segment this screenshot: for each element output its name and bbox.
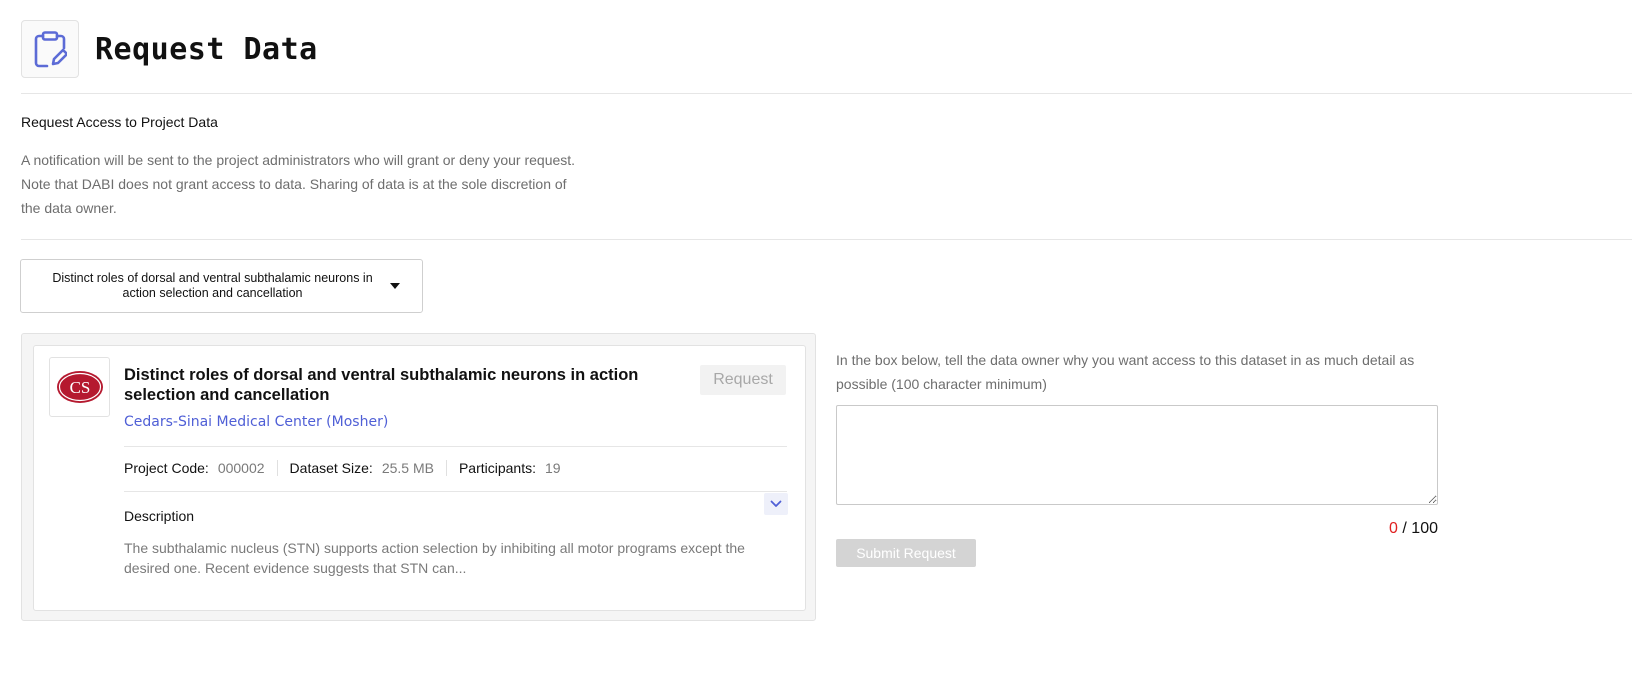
dataset-size-value: 25.5 MB [381,460,434,476]
character-separator: / [1402,520,1407,537]
divider [21,239,1632,240]
reason-prompt: In the box below, tell the data owner wh… [836,352,1415,392]
cedars-sinai-logo: CS [49,357,110,417]
project-code-value: 000002 [217,460,265,476]
dataset-card: CS Distinct roles of dorsal and ventral … [33,345,806,611]
reason-textarea[interactable] [836,405,1438,505]
project-select-value: Distinct roles of dorsal and ventral sub… [52,271,373,300]
divider [124,446,787,447]
expand-description-button[interactable] [764,493,788,515]
participants: Participants: 19 [445,460,573,476]
participants-value: 19 [545,460,561,476]
chevron-down-icon [770,500,782,507]
dataset-meta: Project Code: 000002 Dataset Size: 25.5 … [124,460,573,476]
divider [124,491,787,492]
notice-line: A notification will be sent to the proje… [21,152,576,168]
request-data-page: Request Data Request Access to Project D… [0,0,1649,673]
divider [21,93,1632,94]
notice-line: Note that DABI does not grant access to … [21,176,567,192]
request-button[interactable]: Request [700,365,786,395]
logo-text: CS [69,378,90,397]
character-counter: 0 / 100 [1300,520,1438,538]
description-text: The subthalamic nucleus (STN) supports a… [124,540,745,576]
project-select[interactable]: Distinct roles of dorsal and ventral sub… [20,259,423,313]
character-count: 0 [1389,520,1398,537]
character-minimum: 100 [1411,520,1438,537]
page-header: Request Data [21,20,318,78]
dataset-title: Distinct roles of dorsal and ventral sub… [124,366,639,404]
clipboard-edit-icon [21,20,79,78]
project-code: Project Code: 000002 [124,460,277,476]
notice-line: the data owner. [21,200,117,216]
organization-link[interactable]: Cedars-Sinai Medical Center (Mosher) [124,414,388,430]
page-title: Request Data [95,31,318,67]
notice-text: A notification will be sent to the proje… [21,148,641,220]
dataset-card-container: CS Distinct roles of dorsal and ventral … [21,333,816,621]
description-heading: Description [124,508,195,524]
section-heading: Request Access to Project Data [21,114,218,130]
submit-request-button[interactable]: Submit Request [836,539,976,567]
participants-label: Participants: [458,460,536,476]
dataset-size: Dataset Size: 25.5 MB [276,460,446,476]
dataset-size-label: Dataset Size: [289,460,373,476]
caret-down-icon [390,283,400,289]
project-code-label: Project Code: [124,460,209,476]
